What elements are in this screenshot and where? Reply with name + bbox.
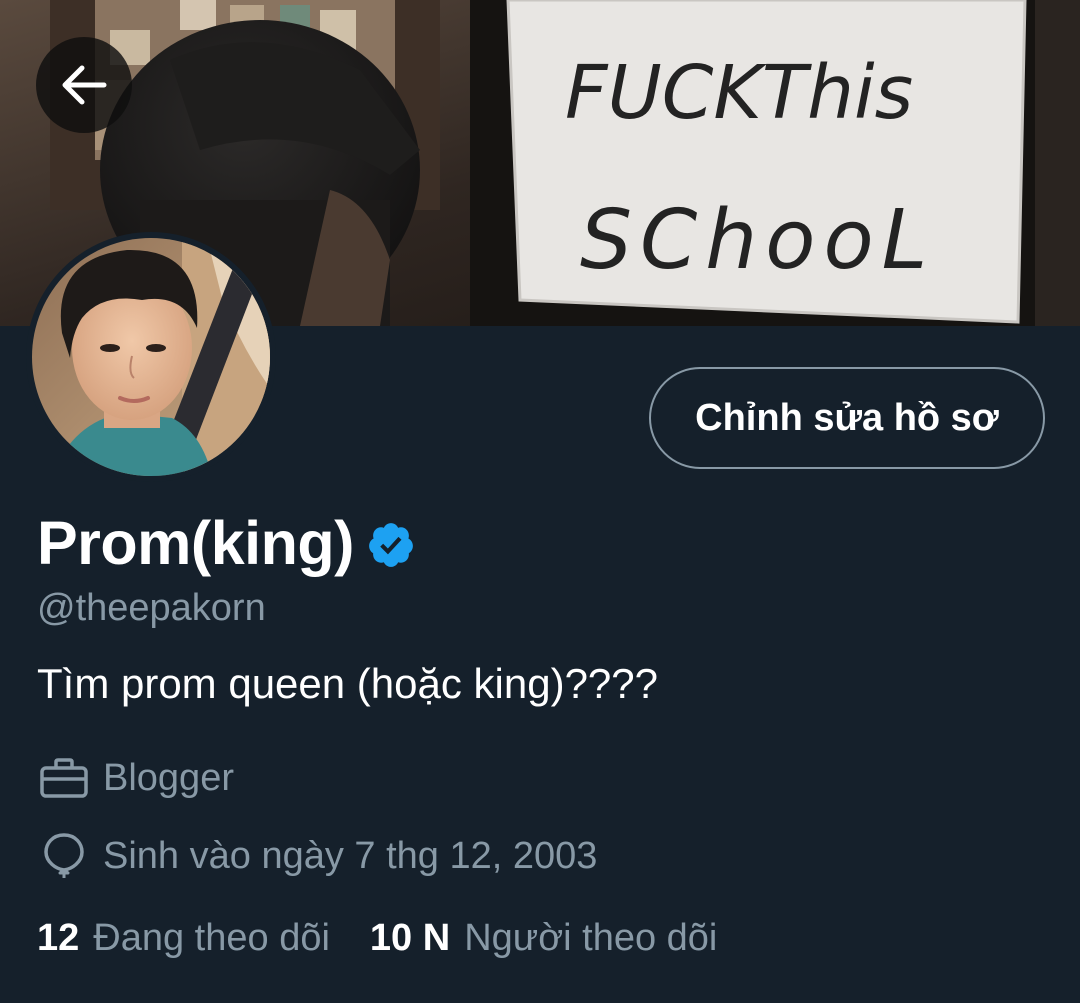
arrow-left-icon [62, 65, 107, 105]
banner-sign-line2: SChooL [580, 193, 935, 288]
back-button[interactable] [36, 37, 132, 133]
occupation-row: Blogger [37, 754, 234, 802]
avatar[interactable] [26, 232, 276, 482]
following-label: Đang theo dõi [93, 917, 330, 959]
birthday-row: Sinh vào ngày 7 thg 12, 2003 [37, 832, 597, 880]
followers-count: 10 N [369, 917, 451, 959]
following-count: 12 [37, 917, 80, 959]
edit-profile-button[interactable]: Chỉnh sửa hồ sơ [649, 367, 1045, 469]
verified-badge-icon [369, 523, 413, 567]
banner-sign-line1: FUCKThis [565, 50, 913, 136]
profile-handle: @theepakorn [37, 587, 266, 629]
birthday-text: Sinh vào ngày 7 thg 12, 2003 [103, 834, 598, 877]
followers-label: Người theo dõi [464, 917, 718, 959]
profile-bio: Tìm prom queen (hoặc king)???? [37, 660, 658, 707]
followers-stat[interactable]: 10 N Người theo dõi [370, 917, 717, 960]
display-name: Prom(king) [37, 509, 354, 577]
briefcase-icon [37, 754, 91, 802]
balloon-icon [37, 832, 91, 880]
occupation-text: Blogger [103, 756, 234, 799]
follow-stats: 12 Đang theo dõi 10 N Người theo dõi [37, 917, 717, 960]
profile-name-row: Prom(king) [37, 508, 416, 578]
following-stat[interactable]: 12 Đang theo dõi [37, 917, 330, 960]
avatar-photo [32, 238, 270, 476]
